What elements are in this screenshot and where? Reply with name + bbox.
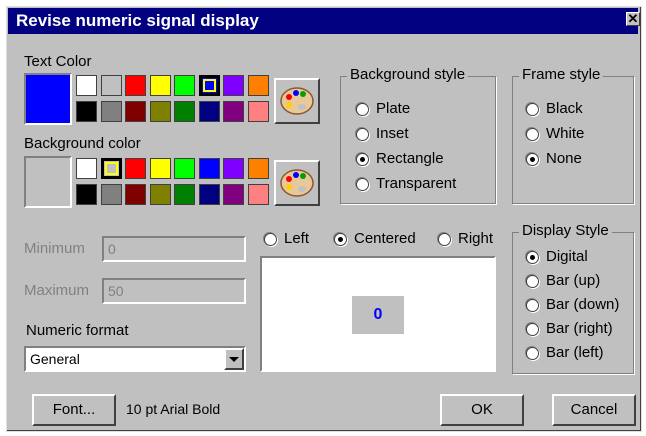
background-color-swatch[interactable] [174,184,195,205]
frame-style-option-radio[interactable] [526,153,539,166]
font-button[interactable]: Font... [32,394,116,426]
background-color-swatch[interactable] [247,158,269,179]
text-color-swatch[interactable] [223,101,244,122]
text-color-swatch[interactable] [247,101,269,122]
background-color-swatch[interactable] [100,158,122,179]
background-style-option-radio[interactable] [356,128,369,141]
background-color-swatch[interactable] [223,184,244,205]
text-color-swatch[interactable] [198,101,220,122]
minimum-field[interactable]: 0 [102,236,246,262]
chevron-down-icon [229,357,239,362]
alignment-option-radio[interactable] [438,233,451,246]
background-color-swatch[interactable] [198,184,220,205]
background-color-custom-palette-button[interactable] [274,160,320,206]
background-style-option-label: Plate [376,100,411,117]
title-bar: Revise numeric signal display [8,8,638,34]
text-color-swatch[interactable] [125,75,146,96]
preview-value: 0 [352,296,404,334]
palette-icon [280,87,314,115]
text-color-swatch[interactable] [100,75,122,96]
background-color-swatch[interactable] [76,158,97,179]
background-style-option-radio[interactable] [356,178,369,191]
text-color-swatch[interactable] [125,101,146,122]
frame-style-title: Frame style [519,66,604,83]
dropdown-arrow-button[interactable] [224,348,244,370]
background-color-label: Background color [24,135,141,152]
background-color-swatch[interactable] [149,184,171,205]
alignment-option-label: Right [458,230,494,247]
cancel-button[interactable]: Cancel [552,394,636,426]
text-color-swatch[interactable] [149,75,171,96]
display-style-option-radio[interactable] [526,323,539,336]
preview-area: 0 [260,256,496,372]
text-color-label: Text Color [24,53,92,70]
display-style-option-label: Bar (left) [546,344,604,361]
background-style-option-radio[interactable] [356,103,369,116]
background-color-swatch[interactable] [223,158,244,179]
text-color-custom-palette-button[interactable] [274,78,320,124]
background-style-title: Background style [347,66,469,83]
background-color-swatch[interactable] [149,158,171,179]
maximum-label: Maximum [24,282,90,299]
numeric-format-label: Numeric format [26,322,129,339]
alignment-option-label: Centered [354,230,416,247]
frame-style-option-label: White [546,125,585,142]
background-color-swatch[interactable] [198,158,220,179]
numeric-format-select[interactable]: General [24,346,246,372]
text-color-swatch[interactable] [174,101,195,122]
text-color-swatch[interactable] [198,75,220,96]
frame-style-option-label: Black [546,100,583,117]
frame-style-option-label: None [546,150,582,167]
numeric-format-value: General [30,351,80,367]
text-color-swatch[interactable] [174,75,195,96]
font-description: 10 pt Arial Bold [126,401,221,417]
display-style-option-label: Digital [546,248,588,265]
background-color-current-swatch [24,156,72,208]
text-color-swatch[interactable] [100,101,122,122]
ok-button[interactable]: OK [440,394,524,426]
text-color-swatch[interactable] [149,101,171,122]
background-style-option-radio[interactable] [356,153,369,166]
close-button[interactable]: ✕ [626,12,640,26]
background-color-swatch[interactable] [125,158,146,179]
alignment-option-label: Left [284,230,310,247]
display-style-option-radio[interactable] [526,299,539,312]
background-color-swatch[interactable] [174,158,195,179]
background-color-swatch[interactable] [247,184,269,205]
alignment-option-radio[interactable] [334,233,347,246]
display-style-option-radio[interactable] [526,347,539,360]
background-style-option-label: Rectangle [376,150,444,167]
display-style-option-label: Bar (up) [546,272,601,289]
display-style-option-radio[interactable] [526,251,539,264]
text-color-swatch[interactable] [223,75,244,96]
background-style-option-label: Transparent [376,175,457,192]
text-color-swatch[interactable] [76,101,97,122]
display-style-option-label: Bar (down) [546,296,620,313]
background-color-swatch[interactable] [125,184,146,205]
maximum-field[interactable]: 50 [102,278,246,304]
text-color-swatch[interactable] [76,75,97,96]
display-style-option-label: Bar (right) [546,320,613,337]
text-color-current-swatch [24,73,72,125]
window-title: Revise numeric signal display [16,11,259,30]
background-color-swatch[interactable] [76,184,97,205]
alignment-option-radio[interactable] [264,233,277,246]
text-color-swatch[interactable] [247,75,269,96]
background-color-swatch[interactable] [100,184,122,205]
frame-style-option-radio[interactable] [526,103,539,116]
background-style-option-label: Inset [376,125,409,142]
minimum-label: Minimum [24,240,85,257]
display-style-option-radio[interactable] [526,275,539,288]
display-style-title: Display Style [519,222,612,239]
frame-style-option-radio[interactable] [526,128,539,141]
palette-icon [280,169,314,197]
